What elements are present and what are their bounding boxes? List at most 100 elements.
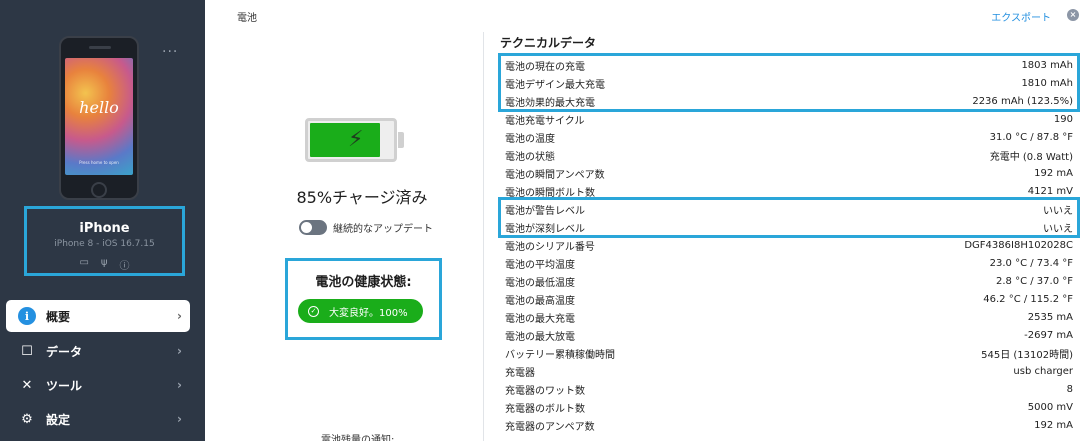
capacity-rows-highlight <box>498 53 1080 112</box>
phone-home-button <box>91 182 107 198</box>
phone-screen: hello Press home to open <box>65 58 133 175</box>
row-label: 電池の瞬間アンペア数 <box>505 169 605 181</box>
continuous-update-toggle-row[interactable]: 継続的なアップデート <box>299 220 433 235</box>
row-value: 2535 mA <box>1027 311 1073 323</box>
battery-health-title: 電池の健康状態: <box>315 275 412 290</box>
row-label: 充電器のアンペア数 <box>505 421 595 433</box>
more-options-icon[interactable]: ... <box>162 40 178 56</box>
chevron-right-icon: › <box>177 378 182 392</box>
charge-status-text: 85%チャージ済み <box>296 188 428 207</box>
table-row: 電池の温度 31.0 °C / 87.8 °F <box>501 128 1077 146</box>
table-row: 充電器のワット数 8 <box>501 380 1077 398</box>
sidebar: hello Press home to open ... iPhone iPho… <box>0 0 205 441</box>
row-value: DGF4386I8H102028C <box>964 239 1073 251</box>
row-label: 電池充電サイクル <box>505 115 585 127</box>
table-row: 電池の状態 充電中 (0.8 Watt) <box>501 146 1077 164</box>
row-label: 充電器 <box>505 367 535 379</box>
row-value: 充電中 (0.8 Watt) <box>989 151 1073 163</box>
table-row: 電池充電サイクル 190 <box>501 110 1077 128</box>
nav-overview[interactable]: i 概要 › <box>6 300 190 332</box>
row-value: 8 <box>1066 383 1073 395</box>
gear-icon: ⚙ <box>21 411 33 427</box>
row-label: 電池のシリアル番号 <box>505 241 595 253</box>
table-row: 電池の平均温度 23.0 °C / 73.4 °F <box>501 254 1077 272</box>
row-label: 電池の最高温度 <box>505 295 575 307</box>
row-value: -2697 mA <box>1024 329 1073 341</box>
device-model: iPhone 8 - iOS 16.7.15 <box>54 239 155 249</box>
table-row: 充電器 usb charger <box>501 362 1077 380</box>
info-icon: i <box>18 307 36 325</box>
continuous-update-label: 継続的なアップデート <box>333 224 433 235</box>
battery-body: ⚡ <box>305 118 397 162</box>
phone-speaker <box>89 46 111 49</box>
panel-divider <box>483 32 484 441</box>
nav-settings[interactable]: ⚙ 設定 › <box>6 403 190 435</box>
tech-data-title: テクニカルデータ <box>500 36 597 50</box>
row-value: 5000 mV <box>1027 401 1073 413</box>
row-value: 545日 (13102時間) <box>981 349 1073 361</box>
toggle-knob <box>301 222 312 233</box>
table-row: 電池の最低温度 2.8 °C / 37.0 °F <box>501 272 1077 290</box>
table-row: 充電器のボルト数 5000 mV <box>501 398 1077 416</box>
row-label: 電池の最大放電 <box>505 331 575 343</box>
phone-hint-text: Press home to open <box>79 160 119 165</box>
table-row: 充電器のアンペア数 192 mA <box>501 416 1077 434</box>
row-label: 充電器のボルト数 <box>505 403 585 415</box>
row-value: usb charger <box>1013 365 1073 377</box>
row-value: 23.0 °C / 73.4 °F <box>989 257 1073 269</box>
data-square-icon: ☐ <box>21 343 33 359</box>
warning-rows-highlight <box>498 197 1080 238</box>
nav-data[interactable]: ☐ データ › <box>6 335 190 367</box>
nav-settings-label: 設定 <box>46 412 71 427</box>
row-label: 電池の状態 <box>505 151 555 163</box>
row-value: 2.8 °C / 37.0 °F <box>996 275 1073 287</box>
nav-tools-label: ツール <box>46 378 83 393</box>
row-value: 4121 mV <box>1027 185 1073 197</box>
lightning-bolt-icon: ⚡ <box>348 127 364 152</box>
check-circle-icon: ✓ <box>308 305 319 317</box>
close-icon[interactable]: × <box>1067 9 1079 21</box>
row-label: 電池の最大充電 <box>505 313 575 325</box>
table-row: 電池の最大充電 2535 mA <box>501 308 1077 326</box>
row-label: バッテリー累積稼働時間 <box>505 349 615 361</box>
device-image: hello Press home to open <box>59 36 139 200</box>
nav-data-label: データ <box>46 344 83 359</box>
table-row: バッテリー累積稼働時間 545日 (13102時間) <box>501 344 1077 362</box>
row-label: 充電器のワット数 <box>505 385 585 397</box>
battery-health-badge: ✓ 大変良好。100% <box>298 299 423 323</box>
row-value: 192 mA <box>1034 167 1073 179</box>
usb-icon: ψ <box>100 257 108 268</box>
nav-overview-label: 概要 <box>46 309 71 324</box>
row-label: 電池の温度 <box>505 133 555 145</box>
battery-graphic: ⚡ <box>305 118 404 162</box>
tools-icon: ✕ <box>21 377 33 393</box>
battery-health-highlight: 電池の健康状態: ✓ 大変良好。100% <box>285 258 442 340</box>
row-value: 46.2 °C / 115.2 °F <box>983 293 1073 305</box>
row-label: 電池の最低温度 <box>505 277 575 289</box>
main-panel: 電池 エクスポート × ⚡ 85%チャージ済み 継続的なアップデート 電池の健康… <box>205 0 1080 441</box>
device-info-highlight: iPhone iPhone 8 - iOS 16.7.15 ▭ ψ ⓘ <box>24 206 185 276</box>
battery-notification-label: 電池残量の通知: <box>321 435 395 441</box>
row-value: 31.0 °C / 87.8 °F <box>989 131 1073 143</box>
chevron-right-icon: › <box>177 344 182 358</box>
battery-health-value: 大変良好。100% <box>329 307 408 319</box>
device-status-icons: ▭ ψ ⓘ <box>27 257 182 272</box>
export-link[interactable]: エクスポート <box>991 9 1051 24</box>
chevron-right-icon: › <box>177 309 182 323</box>
table-row: 電池のシリアル番号 DGF4386I8H102028C <box>501 236 1077 254</box>
row-label: 電池の平均温度 <box>505 259 575 271</box>
page-title: 電池 <box>237 13 257 24</box>
table-row: 電池の最高温度 46.2 °C / 115.2 °F <box>501 290 1077 308</box>
nav-tools[interactable]: ✕ ツール › <box>6 369 190 401</box>
table-row: 電池の瞬間アンペア数 192 mA <box>501 164 1077 182</box>
row-value: 190 <box>1053 113 1073 125</box>
battery-cap <box>398 132 404 148</box>
device-name: iPhone <box>79 221 130 236</box>
row-value: 192 mA <box>1034 419 1073 431</box>
chevron-right-icon: › <box>177 412 182 426</box>
info-icon[interactable]: ⓘ <box>120 257 130 272</box>
continuous-update-toggle[interactable] <box>299 220 327 235</box>
phone-hello-text: hello <box>79 98 119 117</box>
battery-fill <box>310 123 380 157</box>
battery-status-icon: ▭ <box>79 257 89 268</box>
